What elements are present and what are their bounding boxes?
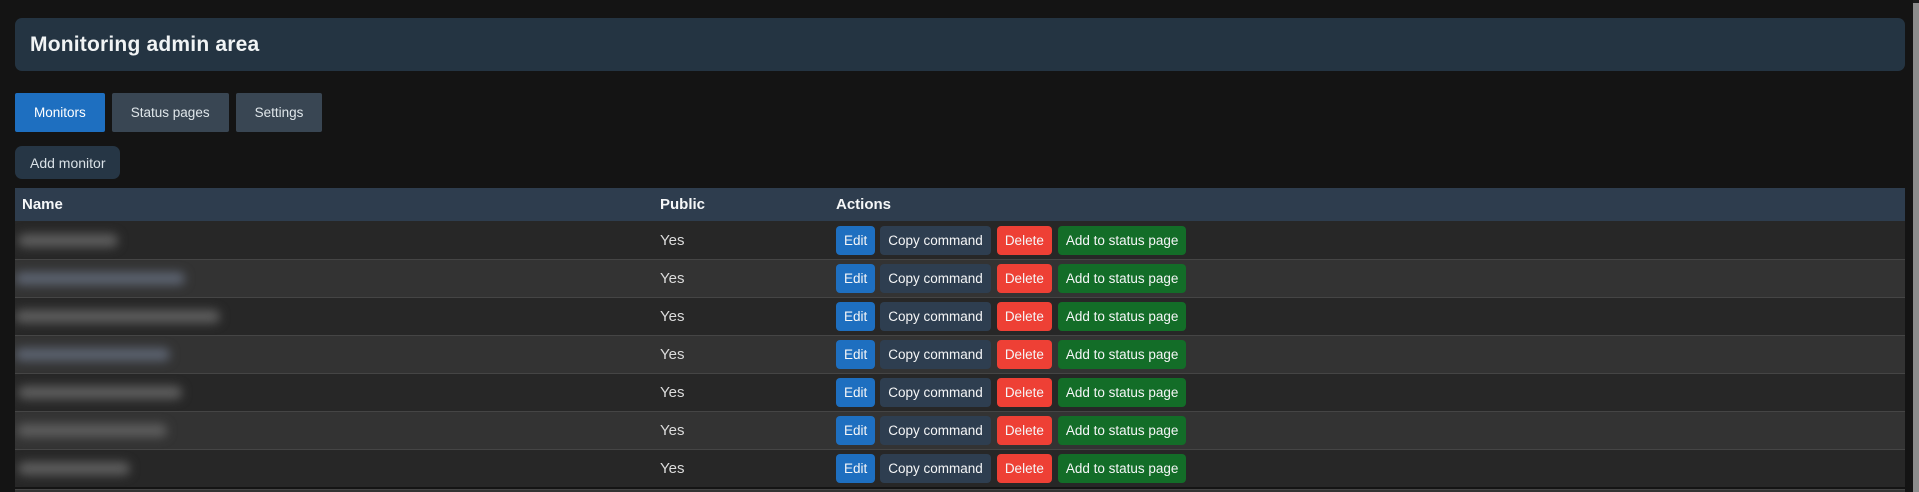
delete-button[interactable]: Delete bbox=[996, 302, 1052, 331]
row-actions: Edit Copy command Delete Add to status p… bbox=[836, 340, 1905, 369]
row-actions: Edit Copy command Delete Add to status p… bbox=[836, 225, 1905, 255]
table-row: Yes Edit Copy command Delete Add to stat… bbox=[15, 297, 1905, 335]
row-actions: Edit Copy command Delete Add to status p… bbox=[836, 378, 1905, 407]
monitor-name-cell bbox=[15, 374, 660, 411]
add-to-status-page-button[interactable]: Add to status page bbox=[1057, 264, 1187, 293]
public-value: Yes bbox=[660, 422, 685, 439]
row-actions: Edit Copy command Delete Add to status p… bbox=[836, 416, 1905, 445]
delete-button[interactable]: Delete bbox=[996, 340, 1052, 369]
monitor-name-cell bbox=[15, 221, 660, 259]
add-to-status-page-button[interactable]: Add to status page bbox=[1057, 454, 1187, 483]
monitor-name-cell bbox=[15, 260, 660, 297]
copy-command-button[interactable]: Copy command bbox=[880, 302, 991, 331]
tab-settings[interactable]: Settings bbox=[235, 93, 323, 132]
copy-command-button[interactable]: Copy command bbox=[880, 454, 991, 483]
public-value: Yes bbox=[660, 384, 685, 401]
table-body: Yes Edit Copy command Delete Add to stat… bbox=[15, 221, 1905, 487]
monitor-name-cell bbox=[15, 412, 660, 449]
add-to-status-page-button[interactable]: Add to status page bbox=[1057, 225, 1187, 255]
column-header-actions: Actions bbox=[836, 196, 892, 213]
monitor-name-cell bbox=[15, 298, 660, 335]
monitor-name-cell bbox=[15, 336, 660, 373]
redacted-monitor-name bbox=[15, 348, 170, 361]
tab-status-pages[interactable]: Status pages bbox=[111, 93, 229, 132]
copy-command-button[interactable]: Copy command bbox=[880, 340, 991, 369]
table-row: Yes Edit Copy command Delete Add to stat… bbox=[15, 411, 1905, 449]
public-value: Yes bbox=[660, 231, 685, 249]
add-to-status-page-button[interactable]: Add to status page bbox=[1057, 416, 1187, 445]
tab-bar: Monitors Status pages Settings bbox=[15, 93, 323, 132]
delete-button[interactable]: Delete bbox=[996, 378, 1052, 407]
column-header-name: Name bbox=[22, 196, 63, 213]
table-header-row: Name Public Actions bbox=[15, 188, 1905, 221]
page-title: Monitoring admin area bbox=[30, 32, 260, 56]
edit-button[interactable]: Edit bbox=[836, 416, 876, 445]
copy-command-button[interactable]: Copy command bbox=[880, 416, 991, 445]
redacted-monitor-name bbox=[18, 386, 182, 399]
monitors-table: Name Public Actions Yes Edit Copy comman… bbox=[15, 188, 1905, 487]
edit-button[interactable]: Edit bbox=[836, 264, 876, 293]
table-row: Yes Edit Copy command Delete Add to stat… bbox=[15, 221, 1905, 259]
table-row: Yes Edit Copy command Delete Add to stat… bbox=[15, 259, 1905, 297]
column-header-public: Public bbox=[660, 196, 706, 213]
redacted-monitor-name bbox=[17, 424, 167, 437]
edit-button[interactable]: Edit bbox=[836, 378, 876, 407]
delete-button[interactable]: Delete bbox=[996, 416, 1052, 445]
redacted-monitor-name bbox=[18, 462, 130, 475]
vertical-scrollbar-thumb[interactable] bbox=[1913, 3, 1919, 492]
redacted-monitor-name bbox=[15, 272, 185, 285]
table-row: Yes Edit Copy command Delete Add to stat… bbox=[15, 335, 1905, 373]
vertical-scrollbar-track[interactable] bbox=[1913, 0, 1919, 492]
redacted-monitor-name bbox=[15, 310, 220, 323]
edit-button[interactable]: Edit bbox=[836, 454, 876, 483]
add-to-status-page-button[interactable]: Add to status page bbox=[1057, 378, 1187, 407]
page-header: Monitoring admin area bbox=[15, 18, 1905, 71]
edit-button[interactable]: Edit bbox=[836, 225, 876, 255]
monitor-name-cell bbox=[15, 450, 660, 487]
delete-button[interactable]: Delete bbox=[996, 225, 1052, 255]
table-row: Yes Edit Copy command Delete Add to stat… bbox=[15, 373, 1905, 411]
tab-monitors[interactable]: Monitors bbox=[15, 93, 105, 132]
delete-button[interactable]: Delete bbox=[996, 454, 1052, 483]
add-monitor-button[interactable]: Add monitor bbox=[15, 146, 121, 179]
public-value: Yes bbox=[660, 308, 685, 325]
add-to-status-page-button[interactable]: Add to status page bbox=[1057, 302, 1187, 331]
row-actions: Edit Copy command Delete Add to status p… bbox=[836, 302, 1905, 331]
row-actions: Edit Copy command Delete Add to status p… bbox=[836, 454, 1905, 483]
copy-command-button[interactable]: Copy command bbox=[880, 378, 991, 407]
copy-command-button[interactable]: Copy command bbox=[880, 225, 991, 255]
public-value: Yes bbox=[660, 460, 685, 477]
copy-command-button[interactable]: Copy command bbox=[880, 264, 991, 293]
table-row: Yes Edit Copy command Delete Add to stat… bbox=[15, 449, 1905, 487]
row-actions: Edit Copy command Delete Add to status p… bbox=[836, 264, 1905, 293]
redacted-monitor-name bbox=[18, 233, 118, 247]
delete-button[interactable]: Delete bbox=[996, 264, 1052, 293]
public-value: Yes bbox=[660, 270, 685, 287]
edit-button[interactable]: Edit bbox=[836, 302, 876, 331]
add-to-status-page-button[interactable]: Add to status page bbox=[1057, 340, 1187, 369]
edit-button[interactable]: Edit bbox=[836, 340, 876, 369]
public-value: Yes bbox=[660, 346, 685, 363]
